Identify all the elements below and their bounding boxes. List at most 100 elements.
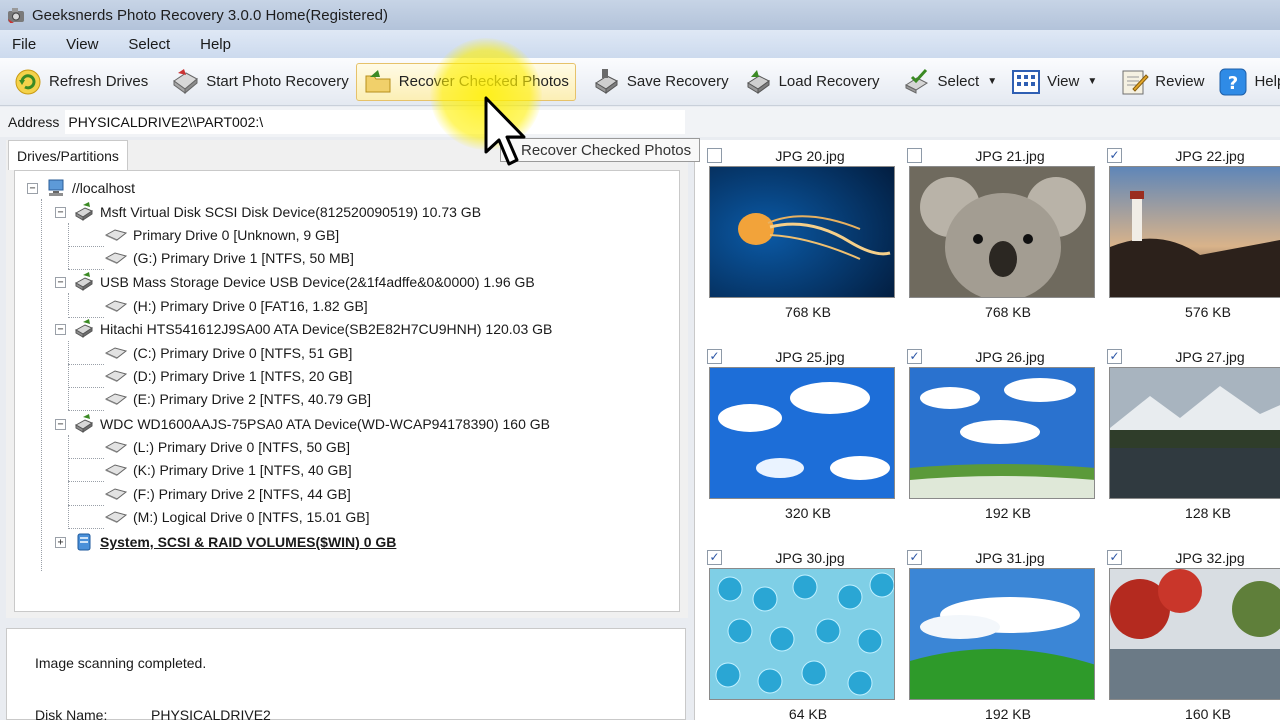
- status-panel: Image scanning completed. Disk Name: PHY…: [6, 628, 686, 720]
- photo-filesize: 768 KB: [985, 304, 1031, 320]
- tree-disk-2[interactable]: − Hitachi HTS541612J9SA00 ATA Device(SB2…: [55, 318, 552, 340]
- menu-help[interactable]: Help: [200, 36, 231, 53]
- hard-disk-icon: [74, 272, 94, 291]
- svg-text:?: ?: [1228, 73, 1238, 94]
- select-dropdown-button[interactable]: Select ▼: [895, 63, 1005, 101]
- photo-item[interactable]: ✓ JPG 31.jpg 192 KB: [895, 542, 1095, 720]
- photo-filesize: 768 KB: [785, 304, 831, 320]
- tree-partition[interactable]: (K:) Primary Drive 1 [NTFS, 40 GB]: [105, 459, 352, 481]
- tree-line: [68, 246, 104, 247]
- photo-filename: JPG 25.jpg: [775, 349, 845, 365]
- photo-thumbnail[interactable]: [909, 568, 1095, 700]
- autumn-lake-image: [1110, 569, 1280, 699]
- save-drive-icon: [594, 68, 618, 94]
- partition-drive-icon: [105, 441, 127, 453]
- tree-system-volumes[interactable]: + System, SCSI & RAID VOLUMES($WIN) 0 GB: [55, 531, 396, 553]
- photo-item[interactable]: ✓ JPG 30.jpg 64 KB: [695, 542, 895, 720]
- refresh-icon: [15, 69, 41, 94]
- window-title: Geeksnerds Photo Recovery 3.0.0 Home(Reg…: [32, 6, 389, 24]
- help-button[interactable]: ? Help: [1211, 63, 1280, 101]
- recover-checked-photos-label: Recover Checked Photos: [398, 73, 569, 90]
- collapse-icon[interactable]: −: [55, 418, 66, 430]
- tree-partition[interactable]: (M:) Logical Drive 0 [NTFS, 15.01 GB]: [105, 506, 370, 528]
- recover-checked-photos-button[interactable]: Recover Checked Photos: [355, 62, 576, 101]
- tree-partition[interactable]: (L:) Primary Drive 0 [NTFS, 50 GB]: [105, 436, 350, 458]
- tab-drives-partitions[interactable]: Drives/Partitions: [8, 140, 128, 170]
- tree-partition[interactable]: Primary Drive 0 [Unknown, 9 GB]: [105, 224, 339, 246]
- photo-thumbnail[interactable]: [909, 367, 1095, 499]
- tree-partition[interactable]: (D:) Primary Drive 1 [NTFS, 20 GB]: [105, 365, 352, 387]
- collapse-icon[interactable]: −: [55, 206, 66, 218]
- partition-drive-icon: [105, 464, 127, 476]
- collapse-icon[interactable]: −: [55, 323, 66, 335]
- photo-item[interactable]: JPG 20.jpg 768 KB: [695, 140, 895, 336]
- tree-disk-1[interactable]: − USB Mass Storage Device USB Device(2&1…: [55, 271, 535, 293]
- refresh-drives-button[interactable]: Refresh Drives: [6, 63, 155, 101]
- hard-disk-icon: [74, 319, 94, 338]
- photo-thumbnail[interactable]: [709, 367, 895, 499]
- view-dropdown-button[interactable]: View ▼: [1004, 63, 1104, 101]
- expand-icon[interactable]: +: [55, 536, 66, 548]
- menu-select[interactable]: Select: [128, 36, 170, 53]
- menu-view[interactable]: View: [66, 36, 98, 53]
- save-recovery-button[interactable]: Save Recovery: [584, 63, 736, 101]
- jellyfish-image: [710, 167, 894, 297]
- photo-filename: JPG 27.jpg: [1175, 349, 1245, 365]
- tree-disk-label: Msft Virtual Disk SCSI Disk Device(81252…: [100, 204, 482, 220]
- photo-thumbnail[interactable]: [1109, 166, 1280, 298]
- tree-root-label: //localhost: [72, 180, 136, 196]
- photo-filesize: 576 KB: [1185, 304, 1231, 320]
- tree-line: [68, 341, 69, 410]
- photo-thumbnail[interactable]: [1109, 568, 1280, 700]
- photo-item[interactable]: ✓ JPG 25.jpg 320 KB: [695, 341, 895, 537]
- tree-partition[interactable]: (H:) Primary Drive 0 [FAT16, 1.82 GB]: [105, 295, 368, 317]
- chevron-down-icon: ▼: [1087, 76, 1098, 87]
- view-label: View: [1047, 73, 1080, 90]
- review-button[interactable]: Review: [1112, 63, 1211, 101]
- collapse-icon[interactable]: −: [55, 276, 66, 288]
- sky-field-image: [910, 368, 1094, 498]
- start-photo-recovery-button[interactable]: Start Photo Recovery: [163, 63, 356, 101]
- start-photo-recovery-label: Start Photo Recovery: [206, 73, 349, 90]
- title-bar: Geeksnerds Photo Recovery 3.0.0 Home(Reg…: [0, 0, 1280, 30]
- photo-item[interactable]: ✓ JPG 27.jpg 128 KB: [1095, 341, 1280, 537]
- tree-disk-3[interactable]: − WDC WD1600AAJS-75PSA0 ATA Device(WD-WC…: [55, 413, 550, 435]
- collapse-icon[interactable]: −: [27, 182, 38, 194]
- save-recovery-label: Save Recovery: [626, 73, 729, 90]
- tree-disk-label: USB Mass Storage Device USB Device(2&1f4…: [100, 274, 535, 290]
- camera-app-icon: [8, 8, 24, 23]
- tree-disk-0[interactable]: − Msft Virtual Disk SCSI Disk Device(812…: [55, 201, 481, 223]
- tree-disk-label: Hitachi HTS541612J9SA00 ATA Device(SB2E8…: [100, 321, 553, 337]
- disk-name-value: PHYSICALDRIVE2: [151, 707, 271, 720]
- toolbar: Refresh Drives Start Photo Recovery Reco…: [0, 58, 1280, 106]
- tree-line: [68, 269, 104, 270]
- photo-thumbnail[interactable]: [1109, 367, 1280, 499]
- photo-item[interactable]: ✓ JPG 22.jpg 576 KB: [1095, 140, 1280, 336]
- help-question-icon: ?: [1219, 68, 1247, 95]
- tree-partition[interactable]: (G:) Primary Drive 1 [NTFS, 50 MB]: [105, 247, 354, 269]
- photo-item[interactable]: ✓ JPG 26.jpg 192 KB: [895, 341, 1095, 537]
- menu-file[interactable]: File: [12, 36, 36, 53]
- green-hill-image: [910, 569, 1094, 699]
- tree-root-localhost[interactable]: − //localhost: [27, 177, 135, 199]
- photo-thumbnail[interactable]: [909, 166, 1095, 298]
- tree-partition[interactable]: (F:) Primary Drive 2 [NTFS, 44 GB]: [105, 483, 351, 505]
- tree-line: [41, 199, 42, 571]
- tree-partition[interactable]: (C:) Primary Drive 0 [NTFS, 51 GB]: [105, 342, 352, 364]
- blue-crystals-image: [710, 569, 894, 699]
- load-drive-icon: [746, 69, 770, 94]
- partition-drive-icon: [105, 252, 127, 264]
- photo-thumbnail[interactable]: [709, 568, 895, 700]
- tree-line: [68, 387, 104, 388]
- photo-filename: JPG 22.jpg: [1175, 148, 1245, 164]
- tree-partition[interactable]: (E:) Primary Drive 2 [NTFS, 40.79 GB]: [105, 388, 371, 410]
- photo-item[interactable]: JPG 21.jpg 768 KB: [895, 140, 1095, 336]
- address-input[interactable]: [65, 110, 686, 134]
- photo-item[interactable]: ✓ JPG 32.jpg 160 KB: [1095, 542, 1280, 720]
- partition-drive-icon: [105, 393, 127, 405]
- photo-thumbnail[interactable]: [709, 166, 895, 298]
- load-recovery-button[interactable]: Load Recovery: [736, 63, 887, 101]
- tree-line: [68, 505, 104, 506]
- hard-disk-icon: [74, 202, 94, 221]
- address-label: Address: [8, 114, 60, 130]
